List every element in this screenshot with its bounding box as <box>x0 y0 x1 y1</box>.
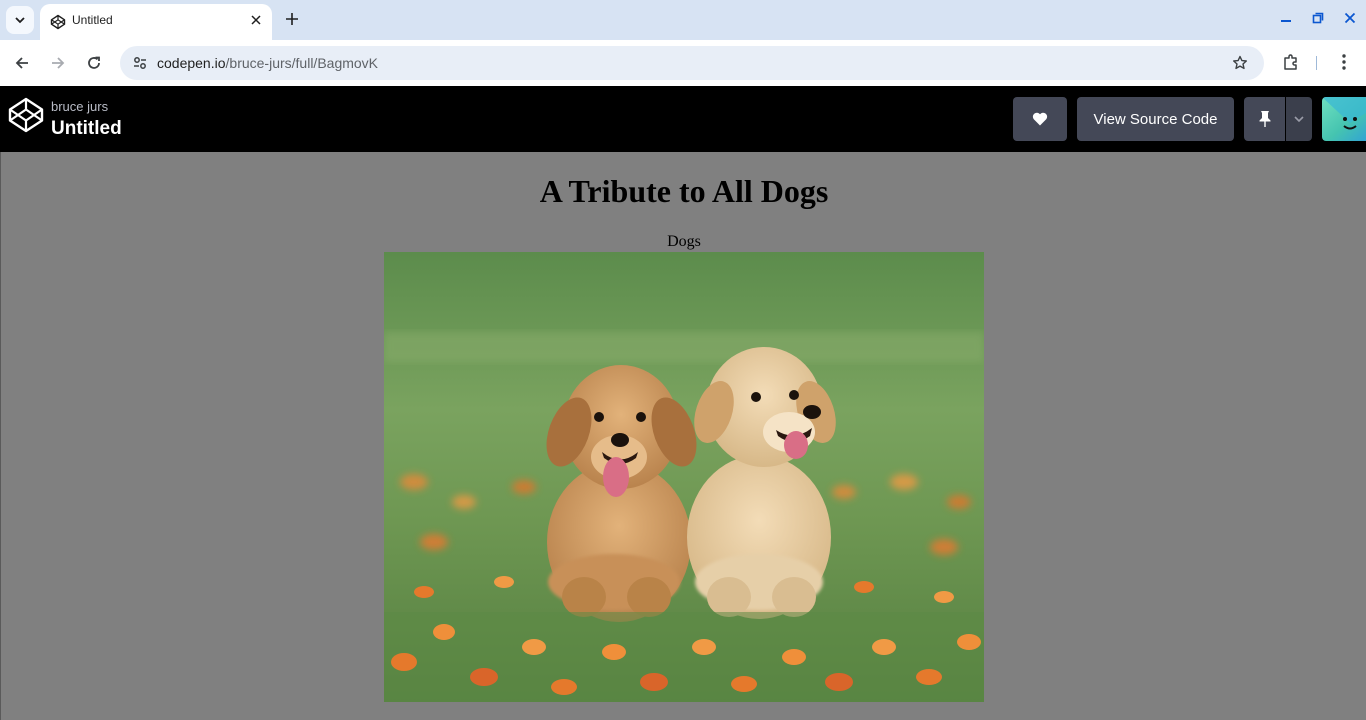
browser-menu-button[interactable] <box>1334 51 1354 73</box>
back-arrow-icon <box>15 57 28 69</box>
site-settings-icon <box>134 57 146 69</box>
like-button[interactable] <box>1013 97 1067 141</box>
reload-button[interactable] <box>82 51 106 75</box>
codepen-icon <box>50 14 66 30</box>
url-host: codepen.io <box>157 55 226 71</box>
browser-tab[interactable]: Untitled <box>40 4 272 40</box>
forward-arrow-icon <box>52 57 65 69</box>
view-source-button[interactable]: View Source Code <box>1077 97 1234 141</box>
pin-button[interactable] <box>1244 97 1285 141</box>
browser-tab-strip: Untitled <box>0 0 1366 40</box>
pin-options-button[interactable] <box>1286 97 1312 141</box>
restore-button[interactable] <box>1308 8 1328 28</box>
chevron-down-icon <box>1294 116 1304 123</box>
pen-preview: A Tribute to All Dogs Dogs <box>0 152 1366 720</box>
tab-close-button[interactable] <box>248 12 264 28</box>
pen-author[interactable]: bruce jurs <box>51 99 108 114</box>
close-icon <box>251 15 261 25</box>
minimize-button[interactable] <box>1276 8 1296 28</box>
close-icon <box>1344 12 1356 24</box>
more-vert-icon <box>1342 54 1346 70</box>
tab-title: Untitled <box>72 13 113 27</box>
bookmark-button[interactable] <box>1230 53 1250 73</box>
pen-title: Untitled <box>51 118 122 139</box>
image-caption: Dogs <box>667 233 701 250</box>
url-text[interactable]: codepen.io/bruce-jurs/full/BagmovK <box>157 55 378 71</box>
dogs-image <box>384 252 984 702</box>
browser-toolbar: codepen.io/bruce-jurs/full/BagmovK <box>0 40 1366 86</box>
forward-button[interactable] <box>46 51 70 75</box>
tab-search-button[interactable] <box>6 6 34 34</box>
minimize-icon <box>1281 20 1291 22</box>
toolbar-divider <box>1316 56 1317 70</box>
codepen-logo-icon[interactable] <box>7 96 45 134</box>
chevron-down-icon <box>15 17 25 24</box>
reload-icon <box>88 56 100 69</box>
page-title: A Tribute to All Dogs <box>539 173 829 209</box>
close-window-button[interactable] <box>1340 8 1360 28</box>
restore-icon <box>1312 12 1324 24</box>
back-button[interactable] <box>10 51 34 75</box>
plus-icon <box>286 13 298 25</box>
heart-icon <box>1032 112 1048 126</box>
codepen-header: bruce jurs Untitled View Source Code <box>0 86 1366 152</box>
address-bar[interactable]: codepen.io/bruce-jurs/full/BagmovK <box>120 46 1264 80</box>
extensions-icon <box>1284 54 1297 70</box>
url-path: /bruce-jurs/full/BagmovK <box>225 55 379 71</box>
star-icon <box>1233 55 1247 70</box>
new-tab-button[interactable] <box>281 8 303 30</box>
pin-icon <box>1259 111 1270 127</box>
user-avatar[interactable] <box>1322 97 1366 141</box>
extensions-button[interactable] <box>1280 51 1302 73</box>
site-info-button[interactable] <box>128 51 152 75</box>
